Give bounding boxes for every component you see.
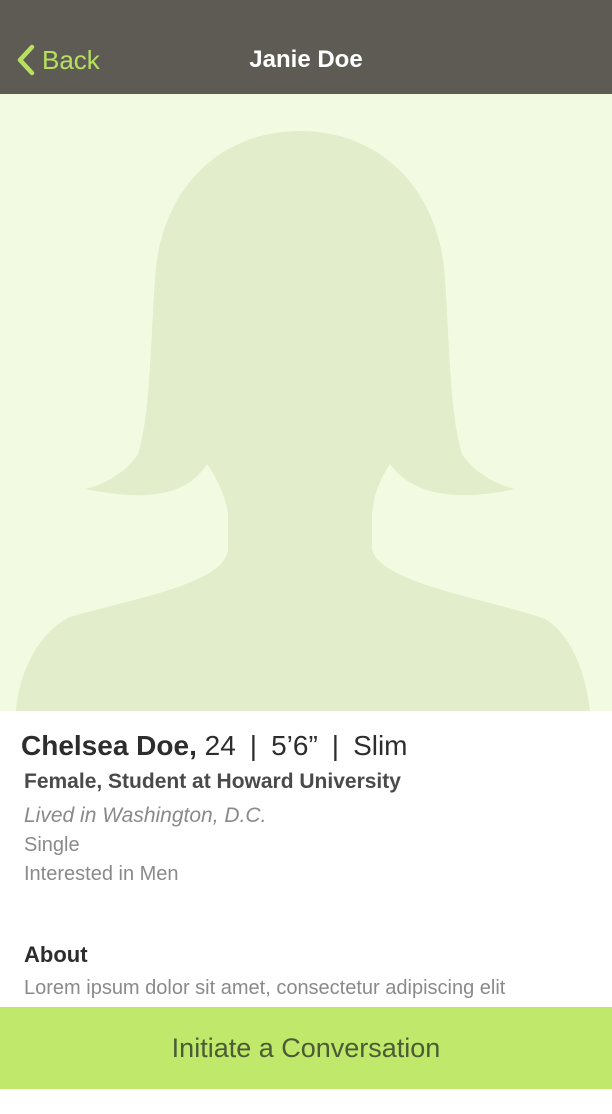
navigation-bar: Back Janie Doe (0, 0, 612, 94)
profile-subtitle: Female, Student at Howard University (24, 770, 401, 793)
profile-location: Lived in Washington, D.C. (24, 804, 267, 827)
bottom-strip (0, 1089, 612, 1114)
profile-height: 5’6” (271, 730, 318, 761)
profile-info: Chelsea Doe, 24 | 5’6” | Slim Female, Studen… (0, 711, 612, 1011)
profile-screen: Back Janie Doe Chelsea Doe, 24 | 5’6” | Slim… (0, 0, 612, 1114)
profile-headline: Chelsea Doe, 24 | 5’6” | Slim (21, 727, 408, 765)
page-title: Janie Doe (249, 46, 363, 73)
profile-photo (0, 94, 612, 711)
relationship-status: Single (24, 834, 80, 856)
about-text: Lorem ipsum dolor sit amet, consectetur … (24, 977, 506, 999)
about-heading: About (24, 942, 88, 967)
profile-age: 24 (204, 730, 236, 761)
female-silhouette-icon (16, 131, 590, 711)
profile-name: Chelsea Doe, (21, 730, 197, 761)
separator: | (331, 730, 340, 761)
separator: | (249, 730, 258, 761)
profile-build: Slim (353, 730, 408, 761)
initiate-conversation-button[interactable]: Initiate a Conversation (0, 1007, 612, 1089)
interested-in: Interested in Men (24, 863, 179, 885)
